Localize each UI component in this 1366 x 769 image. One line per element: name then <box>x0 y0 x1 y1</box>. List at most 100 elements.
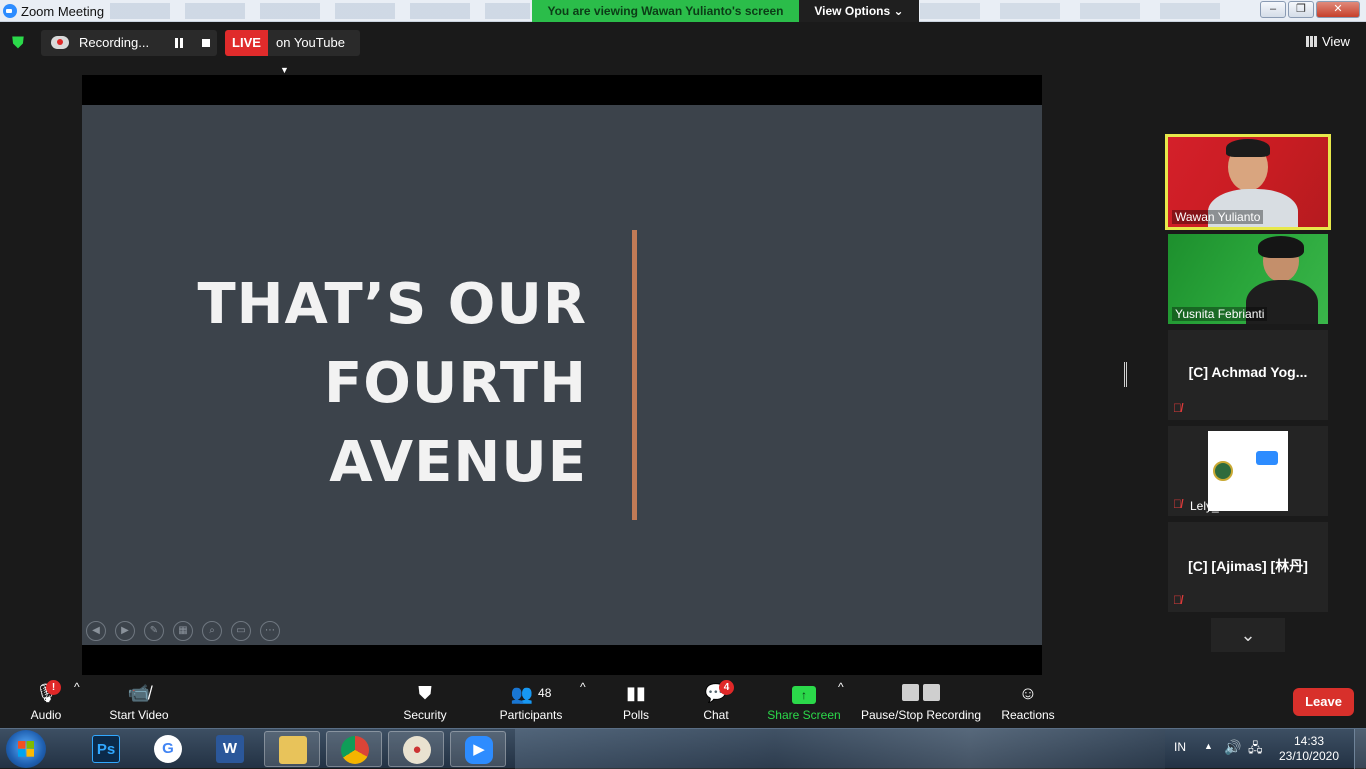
background-window-tabs-right <box>920 3 1240 19</box>
video-off-icon: 📹̸ <box>127 683 151 703</box>
stop-icon <box>923 684 940 701</box>
share-options-caret[interactable]: ^ <box>838 680 844 694</box>
minimize-icon: – <box>1269 3 1277 15</box>
share-arrow-icon: ↑ <box>792 686 816 704</box>
leave-button[interactable]: Leave <box>1293 688 1354 716</box>
zoom-app-icon <box>3 4 17 18</box>
title-bar: Zoom Meeting You are viewing Wawan Yulia… <box>0 0 1366 22</box>
show-hidden-icons-icon[interactable]: ▲ <box>1204 741 1213 751</box>
chevron-down-icon: ⌄ <box>893 4 904 18</box>
zoom-icon: ▶ <box>465 736 493 764</box>
splitter-handle[interactable] <box>1124 362 1127 387</box>
close-button[interactable]: ✕ <box>1316 1 1360 18</box>
scroll-down-button[interactable]: ⌄ <box>1211 618 1285 652</box>
maximize-button[interactable]: ❐ <box>1288 1 1314 18</box>
start-button[interactable] <box>6 730 46 768</box>
participant-tile[interactable]: [C] [Ajimas] [林丹] 🎙̸ <box>1168 522 1328 612</box>
background-window-tabs <box>110 3 530 19</box>
stop-recording-icon[interactable] <box>202 39 210 47</box>
slideshow-controls: ◀ ▶ ✎ ▦ ⌕ ▭ ⋯ <box>86 621 280 641</box>
participant-name: Lely_OIA HI U... <box>1190 499 1277 513</box>
participant-tile[interactable]: [C] Achmad Yog... 🎙̸ <box>1168 330 1328 420</box>
language-indicator[interactable]: IN <box>1174 740 1186 754</box>
zoom-in-icon[interactable]: ⌕ <box>202 621 222 641</box>
reactions-button[interactable]: ☺ Reactions <box>1000 680 1056 722</box>
muted-mic-icon: 🎙̸ <box>1173 593 1182 607</box>
youtube-label: on YouTube <box>276 35 345 50</box>
chrome-icon <box>341 736 369 764</box>
participants-label: Participants <box>499 708 563 722</box>
more-options-icon[interactable]: ⋯ <box>260 621 280 641</box>
share-screen-button[interactable]: ↑ Share Screen <box>766 680 842 722</box>
view-button[interactable]: View <box>1306 34 1350 49</box>
participants-options-caret[interactable]: ^ <box>580 680 586 694</box>
meeting-area: ⛊ Recording... LIVE on YouTube ▼ View TH… <box>0 22 1366 676</box>
participant-tile[interactable]: Wawan Yulianto <box>1165 134 1331 230</box>
taskbar-paint[interactable]: ● <box>388 731 444 767</box>
previous-slide-icon[interactable]: ◀ <box>86 621 106 641</box>
network-icon[interactable]: 🖧 <box>1248 739 1263 761</box>
security-shield-icon: ⛊ <box>418 683 432 703</box>
shared-screen: THAT’S OUR FOURTH AVENUE ◀ ▶ ✎ ▦ ⌕ ▭ ⋯ <box>82 75 1042 675</box>
slide-line-1: THAT’S OUR <box>197 272 587 337</box>
chevron-down-icon: ⌄ <box>1240 625 1256 645</box>
next-slide-icon[interactable]: ▶ <box>115 621 135 641</box>
share-screen-label: Share Screen <box>767 708 841 722</box>
folder-icon <box>279 736 307 764</box>
maximize-icon: ❐ <box>1296 3 1306 15</box>
taskbar-zoom[interactable]: ▶ <box>450 731 506 767</box>
word-icon: W <box>216 735 244 763</box>
pen-icon[interactable]: ✎ <box>144 621 164 641</box>
start-video-button[interactable]: 📹̸ Start Video <box>104 680 174 722</box>
participants-count: 48 <box>538 686 552 700</box>
minimize-button[interactable]: – <box>1260 1 1286 18</box>
recording-label: Recording... <box>79 35 150 50</box>
taskbar-chrome[interactable] <box>326 731 382 767</box>
participant-tile[interactable]: 🎙̸ Lely_OIA HI U... <box>1168 426 1328 516</box>
chat-label: Chat <box>703 708 729 722</box>
participants-button[interactable]: 👥 48 Participants <box>496 680 566 722</box>
taskbar-clock[interactable]: 14:33 23/10/2020 <box>1274 734 1344 764</box>
participant-name: Wawan Yulianto <box>1172 210 1264 224</box>
participants-icon-row: 👥 48 <box>496 680 566 706</box>
polls-label: Polls <box>622 708 649 722</box>
close-icon: ✕ <box>1333 3 1343 15</box>
pause-stop-recording-button[interactable]: Pause/Stop Recording <box>860 680 982 722</box>
polls-button[interactable]: ▮▮ Polls <box>616 680 656 722</box>
view-options-label: View Options <box>814 4 891 18</box>
taskbar-file-explorer[interactable] <box>264 731 320 767</box>
participant-name: [C] [Ajimas] [林丹] <box>1188 558 1308 574</box>
participant-name: Yusnita Febrianti <box>1172 307 1268 321</box>
volume-icon[interactable]: 🔊 <box>1224 739 1241 756</box>
paint-palette-icon: ● <box>403 736 431 764</box>
slide-title: THAT’S OUR FOURTH AVENUE <box>182 265 587 502</box>
photoshop-icon: Ps <box>92 735 120 763</box>
participant-hair <box>1226 139 1270 157</box>
audio-label: Audio <box>30 708 62 722</box>
chat-button[interactable]: 💬 Chat 4 <box>696 680 736 722</box>
shield-icon[interactable]: ⛊ <box>12 35 28 53</box>
audio-options-caret[interactable]: ^ <box>74 680 80 694</box>
participant-name: [C] Achmad Yog... <box>1188 364 1308 380</box>
show-desktop-button[interactable] <box>1354 729 1366 769</box>
taskbar-google[interactable]: G <box>140 731 196 767</box>
muted-mic-icon: 🎙̸ <box>1173 497 1182 511</box>
muted-mic-icon: 🎙̸ <box>1173 401 1182 415</box>
live-on-youtube-dropdown[interactable]: on YouTube ▼ <box>268 30 360 75</box>
audio-button[interactable]: 🎙 Audio ! <box>26 680 66 722</box>
taskbar-word[interactable]: W <box>202 731 258 767</box>
security-label: Security <box>403 708 447 722</box>
see-all-slides-icon[interactable]: ▦ <box>173 621 193 641</box>
taskbar-photoshop[interactable]: Ps <box>78 731 134 767</box>
slide-line-3: AVENUE <box>329 430 587 495</box>
subtitles-icon[interactable]: ▭ <box>231 621 251 641</box>
pause-recording-icon[interactable] <box>175 38 183 48</box>
slide-line-2: FOURTH <box>323 351 587 416</box>
participant-tile[interactable]: Yusnita Febrianti <box>1168 234 1328 324</box>
share-icon-wrap: ↑ <box>766 680 842 706</box>
participants-icon: 👥 <box>510 684 534 704</box>
view-options-button[interactable]: View Options ⌄ <box>799 0 919 22</box>
pause-icon <box>902 684 919 701</box>
security-button[interactable]: ⛊ Security <box>400 680 450 722</box>
slide-accent-divider <box>632 230 637 520</box>
